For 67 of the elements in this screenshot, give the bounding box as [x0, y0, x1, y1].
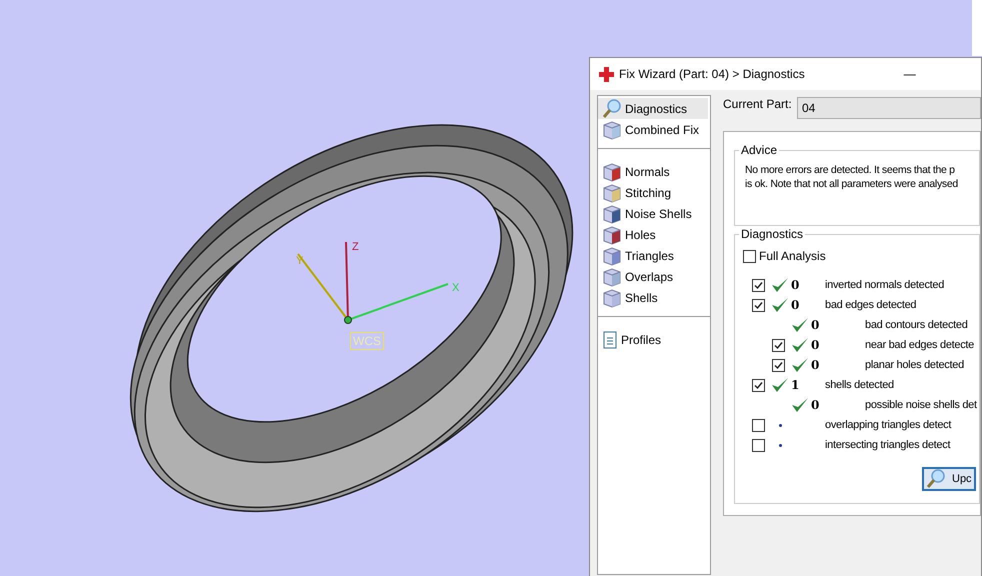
cube-icon [602, 204, 622, 224]
diagnostic-label: bad contours detected [865, 318, 968, 333]
group-title: Diagnostics [739, 227, 806, 241]
sidebar-item[interactable]: Profiles [598, 329, 708, 350]
cube-icon [602, 120, 622, 140]
check-mark-icon [771, 376, 789, 394]
diagnostic-label: inverted normals detected [825, 278, 944, 293]
diagnostic-label: planar holes detected [865, 358, 964, 373]
check-mark-icon [791, 356, 809, 374]
checkbox-label: Full Analysis [759, 248, 826, 265]
axis-label: Z [352, 242, 359, 253]
update-button[interactable]: Upc [922, 467, 976, 491]
magnifier-icon [602, 98, 622, 118]
count-text: 0 [811, 357, 820, 374]
origin-label: WCS [350, 332, 384, 350]
check-mark-icon [791, 316, 809, 334]
check-mark-icon [771, 276, 789, 294]
checkbox[interactable] [752, 438, 765, 452]
check-mark-icon [791, 396, 809, 414]
advice-text: is ok. Note that not all parameters were analysed [745, 177, 958, 191]
check-mark-icon [771, 296, 789, 314]
cube-icon [602, 182, 622, 202]
diagnostic-label: intersecting triangles detect [825, 438, 950, 453]
diagnostic-label: bad edges detected [825, 298, 916, 313]
check-mark-icon [791, 336, 809, 354]
count-text: 0 [811, 397, 820, 414]
sidebar-item[interactable]: Holes [598, 224, 708, 245]
field-label: Current Part: [723, 96, 793, 113]
sidebar-item[interactable]: Normals [598, 161, 708, 182]
sidebar-item[interactable]: Triangles [598, 245, 708, 266]
diagnostic-label: overlapping triangles detect [825, 418, 952, 433]
count-text: 0 [791, 297, 800, 314]
axis-label: X [452, 283, 460, 294]
diagnostic-label: possible noise shells det [865, 398, 977, 413]
group-title: Advice [739, 143, 780, 157]
sidebar-item[interactable]: Noise Shells [598, 203, 708, 224]
window-title: Fix Wizard (Part: 04) > Diagnostics [619, 66, 805, 83]
diagnostic-label: shells detected [825, 378, 894, 393]
cube-icon [602, 266, 622, 286]
checkbox[interactable] [772, 358, 785, 372]
checkbox[interactable] [752, 378, 765, 392]
cube-icon [602, 224, 622, 244]
checkbox[interactable] [752, 278, 765, 292]
minimize-button[interactable]: — [900, 65, 920, 83]
count-text: 0 [791, 277, 800, 294]
sidebar-item[interactable]: Overlaps [598, 266, 708, 287]
background-window [972, 0, 982, 56]
cube-icon [602, 288, 622, 308]
checkbox[interactable] [752, 298, 765, 312]
sidebar-item[interactable]: Stitching [598, 182, 708, 203]
advice-text: No more errors are detected. It seems that the p [745, 163, 955, 177]
sidebar-item[interactable]: Combined Fix [598, 119, 708, 140]
checkbox[interactable] [743, 250, 756, 262]
checkbox[interactable] [772, 338, 785, 352]
count-text: 1 [791, 377, 800, 394]
cube-icon [602, 246, 622, 266]
count-text: 0 [811, 337, 820, 354]
cross-icon [599, 66, 614, 82]
magnifier-icon [926, 469, 946, 489]
diagnostic-label: near bad edges detecte [865, 338, 974, 353]
document-icon [602, 330, 618, 348]
count-text: 0 [811, 317, 820, 334]
sidebar-item[interactable]: Shells [598, 287, 708, 308]
cube-icon [602, 162, 622, 182]
checkbox[interactable] [752, 418, 765, 432]
sidebar-item[interactable]: Diagnostics [598, 98, 708, 119]
current-part-field: 04 [797, 97, 981, 119]
